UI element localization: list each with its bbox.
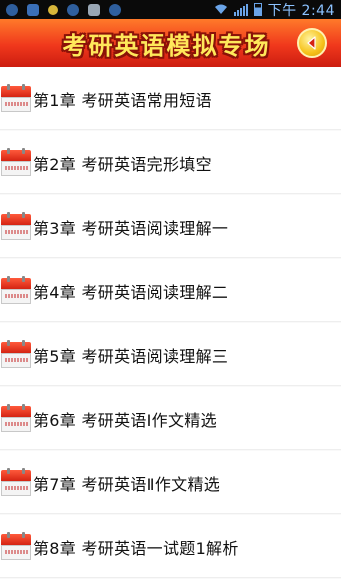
list-item[interactable]: 第8章 考研英语一试题1解析	[0, 515, 341, 579]
chapter-label: 第4章 考研英语阅读理解二	[33, 282, 229, 302]
calendar-icon	[1, 275, 31, 304]
list-item[interactable]: 第2章 考研英语完形填空	[0, 131, 341, 195]
image-icon	[88, 3, 100, 16]
calendar-icon	[1, 147, 31, 176]
list-item[interactable]: 第4章 考研英语阅读理解二	[0, 259, 341, 323]
back-arrow-icon	[307, 36, 316, 50]
chapter-label: 第8章 考研英语一试题1解析	[33, 538, 239, 558]
sync-icon	[109, 3, 121, 16]
chapter-label: 第7章 考研英语Ⅱ作文精选	[33, 474, 221, 494]
chapter-label: 第1章 考研英语常用短语	[33, 90, 212, 110]
system-icons: 下午 2:44	[214, 0, 341, 20]
calendar-icon	[1, 211, 31, 240]
calendar-icon	[1, 403, 31, 432]
wifi-icon	[214, 4, 227, 14]
chapter-label: 第6章 考研英语Ⅰ作文精选	[33, 410, 217, 430]
chapter-list: 第1章 考研英语常用短语 第2章 考研英语完形填空 第3章 考研英语阅读理解一 第4章…	[0, 67, 341, 579]
title-bar: 考研英语模拟专场	[0, 19, 341, 67]
status-time: 下午 2:44	[267, 2, 335, 19]
notification-icon	[27, 3, 39, 16]
notification-icons	[0, 3, 121, 16]
list-item[interactable]: 第3章 考研英语阅读理解一	[0, 195, 341, 259]
shield-icon	[6, 3, 18, 16]
status-bar: 下午 2:44	[0, 0, 341, 19]
signal-icon	[233, 3, 248, 16]
chapter-label: 第5章 考研英语阅读理解三	[33, 346, 229, 366]
back-button[interactable]	[297, 28, 327, 58]
calendar-icon	[1, 467, 31, 496]
chapter-label: 第2章 考研英语完形填空	[33, 154, 212, 174]
chapter-label: 第3章 考研英语阅读理解一	[33, 218, 229, 238]
calendar-icon	[1, 83, 31, 112]
list-item[interactable]: 第6章 考研英语Ⅰ作文精选	[0, 387, 341, 451]
list-item[interactable]: 第7章 考研英语Ⅱ作文精选	[0, 451, 341, 515]
list-item[interactable]: 第1章 考研英语常用短语	[0, 67, 341, 131]
dot-icon	[48, 4, 58, 15]
battery-icon	[253, 3, 262, 16]
list-item[interactable]: 第5章 考研英语阅读理解三	[0, 323, 341, 387]
calendar-icon	[1, 339, 31, 368]
app-icon	[67, 3, 79, 16]
page-title: 考研英语模拟专场	[62, 31, 271, 60]
